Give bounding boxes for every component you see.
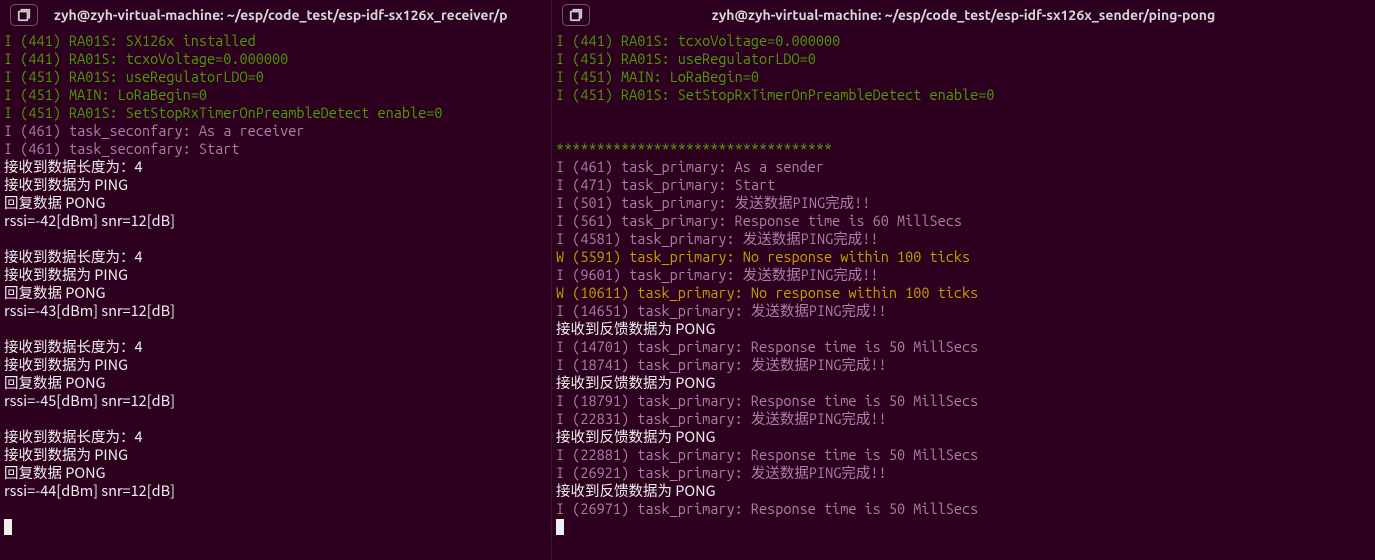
terminal-line: I (461) task_seconfary: As a receiver xyxy=(4,122,547,140)
terminal-line: I (4581) task_primary: 发送数据PING完成!! xyxy=(556,230,1371,248)
terminal-cursor-line xyxy=(4,518,547,536)
terminal-line: W (5591) task_primary: No response withi… xyxy=(556,248,1371,266)
terminal-line xyxy=(556,122,1371,140)
terminal-line: I (9601) task_primary: 发送数据PING完成!! xyxy=(556,266,1371,284)
terminal-line: I (14701) task_primary: Response time is… xyxy=(556,338,1371,356)
terminal-line: I (451) RA01S: SetStopRxTimerOnPreambleD… xyxy=(556,86,1371,104)
terminal-line: I (471) task_primary: Start xyxy=(556,176,1371,194)
window-title-right: zyh@zyh-virtual-machine: ~/esp/code_test… xyxy=(712,6,1215,24)
terminal-line: I (451) RA01S: SetStopRxTimerOnPreambleD… xyxy=(4,104,547,122)
terminal-output-left[interactable]: I (441) RA01S: SX126x installedI (441) R… xyxy=(0,30,551,540)
terminal-line: I (461) task_primary: As a sender xyxy=(556,158,1371,176)
terminal-line: I (441) RA01S: SX126x installed xyxy=(4,32,547,50)
terminal-pane-sender: zyh@zyh-virtual-machine: ~/esp/code_test… xyxy=(552,0,1375,560)
titlebar-left: zyh@zyh-virtual-machine: ~/esp/code_test… xyxy=(0,0,551,30)
terminal-line: ********************************** xyxy=(556,140,1371,158)
terminal-line: I (451) RA01S: useRegulatorLDO=0 xyxy=(556,50,1371,68)
terminal-line: I (441) RA01S: tcxoVoltage=0.000000 xyxy=(556,32,1371,50)
new-tab-button[interactable] xyxy=(10,4,38,26)
titlebar-right: zyh@zyh-virtual-machine: ~/esp/code_test… xyxy=(552,0,1375,30)
cursor xyxy=(4,519,12,535)
terminal-line xyxy=(4,500,547,518)
new-tab-icon xyxy=(569,8,583,22)
terminal-line: I (561) task_primary: Response time is 6… xyxy=(556,212,1371,230)
terminal-line: 接收到反馈数据为 PONG xyxy=(556,482,1371,500)
terminal-line: rssi=-42[dBm] snr=12[dB] xyxy=(4,212,547,230)
terminal-line: 接收到反馈数据为 PONG xyxy=(556,374,1371,392)
new-tab-button[interactable] xyxy=(562,4,590,26)
terminal-line: I (18791) task_primary: Response time is… xyxy=(556,392,1371,410)
cursor xyxy=(556,519,564,535)
terminal-line: I (26971) task_primary: Response time is… xyxy=(556,500,1371,518)
terminal-line: 接收到反馈数据为 PONG xyxy=(556,320,1371,338)
terminal-output-right[interactable]: I (441) RA01S: tcxoVoltage=0.000000I (45… xyxy=(552,30,1375,540)
terminal-line: I (451) MAIN: LoRaBegin=0 xyxy=(556,68,1371,86)
new-tab-icon xyxy=(17,8,31,22)
terminal-line: rssi=-43[dBm] snr=12[dB] xyxy=(4,302,547,320)
terminal-cursor-line xyxy=(556,518,1371,536)
terminal-line: rssi=-45[dBm] snr=12[dB] xyxy=(4,392,547,410)
terminal-line: I (501) task_primary: 发送数据PING完成!! xyxy=(556,194,1371,212)
terminal-line: I (451) MAIN: LoRaBegin=0 xyxy=(4,86,547,104)
window-title-left: zyh@zyh-virtual-machine: ~/esp/code_test… xyxy=(54,6,507,24)
terminal-line: 接收到反馈数据为 PONG xyxy=(556,428,1371,446)
terminal-line xyxy=(556,104,1371,122)
terminal-line: I (22881) task_primary: Response time is… xyxy=(556,446,1371,464)
terminal-line: I (451) RA01S: useRegulatorLDO=0 xyxy=(4,68,547,86)
terminal-line: W (10611) task_primary: No response with… xyxy=(556,284,1371,302)
terminal-pane-receiver: zyh@zyh-virtual-machine: ~/esp/code_test… xyxy=(0,0,552,560)
terminal-line: I (441) RA01S: tcxoVoltage=0.000000 xyxy=(4,50,547,68)
terminal-line: rssi=-44[dBm] snr=12[dB] xyxy=(4,482,547,500)
